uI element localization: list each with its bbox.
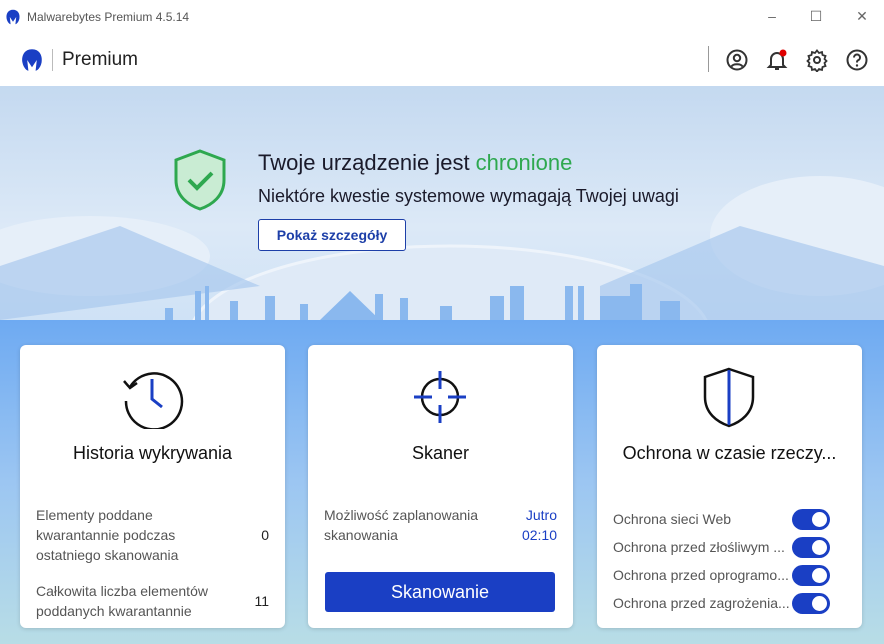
header-divider xyxy=(708,46,709,72)
web-protection-toggle[interactable] xyxy=(792,508,830,530)
toggle-row-ransomware: Ochrona przed oprogramo... xyxy=(613,564,846,586)
scan-button[interactable]: Skanowanie xyxy=(325,572,555,612)
row-label: Elementy poddane kwarantannie podczas os… xyxy=(36,507,179,563)
maximize-button[interactable]: ☐ xyxy=(796,0,836,32)
row-label: Możliwość zaplanowania skanowania xyxy=(324,507,479,543)
card-title: Historia wykrywania xyxy=(72,443,233,463)
row-value: 11 xyxy=(254,593,269,609)
settings-icon[interactable] xyxy=(805,48,829,72)
title-bar: Malwarebytes Premium 4.5.14 – ☐ ✕ xyxy=(0,0,884,34)
card-title: Skaner xyxy=(411,443,470,463)
help-icon[interactable] xyxy=(845,48,869,72)
status-subtitle: Niektóre kwestie systemowe wymagają Twoj… xyxy=(258,186,679,206)
product-name: Premium xyxy=(52,49,138,71)
scheduled-scan-row: Możliwość zaplanowania skanowania Jutro 0… xyxy=(324,505,557,545)
status-value: chronione xyxy=(475,150,573,175)
status-title-text: Twoje urządzenie jest xyxy=(258,150,476,175)
toggle-label: Ochrona przed złośliwym ... xyxy=(613,539,785,555)
toggle-row-malware: Ochrona przed złośliwym ... xyxy=(613,536,846,558)
shield-check-icon xyxy=(174,149,226,211)
scanner-crosshair-icon xyxy=(414,371,466,423)
shield-icon xyxy=(703,367,755,428)
row-value: 0 xyxy=(261,527,269,543)
window-title: Malwarebytes Premium 4.5.14 xyxy=(27,10,190,24)
minimize-button[interactable]: – xyxy=(752,0,792,32)
malwarebytes-logo-icon xyxy=(22,49,42,71)
scanner-card[interactable]: Skaner Możliwość zaplanowania skanowania… xyxy=(308,345,573,628)
row-label: Całkowita liczba elementów poddanych kwa… xyxy=(36,583,208,619)
last-scan-quarantine-row: Elementy poddane kwarantannie podczas os… xyxy=(36,505,269,565)
toggle-label: Ochrona sieci Web xyxy=(613,511,732,527)
card-title: Ochrona w czasie rzeczy... xyxy=(622,443,837,463)
protection-status-title: Twoje urządzenie jest chronione xyxy=(258,150,572,176)
app-header: Premium xyxy=(0,34,884,86)
account-icon[interactable] xyxy=(725,48,749,72)
notifications-icon[interactable] xyxy=(765,48,789,72)
total-quarantine-row: Całkowita liczba elementów poddanych kwa… xyxy=(36,581,269,621)
detection-history-card[interactable]: Historia wykrywania Elementy poddane kwa… xyxy=(20,345,285,628)
toggle-label: Ochrona przed zagrożenia... xyxy=(613,595,790,611)
ransomware-protection-toggle[interactable] xyxy=(792,564,830,586)
scan-time: 02:10 xyxy=(521,527,557,543)
malwarebytes-logo-icon xyxy=(6,9,20,25)
scheduled-scan-time[interactable]: Jutro 02:10 xyxy=(522,505,557,545)
toggle-label: Ochrona przed oprogramo... xyxy=(613,567,789,583)
toggle-row-exploit: Ochrona przed zagrożenia... xyxy=(613,592,846,614)
show-details-button[interactable]: Pokaż szczegóły xyxy=(258,219,406,251)
toggle-row-web: Ochrona sieci Web xyxy=(613,508,846,530)
history-clock-icon xyxy=(123,372,184,429)
scan-day: Jutro xyxy=(525,507,557,523)
realtime-protection-card[interactable]: Ochrona w czasie rzeczy... Ochrona sieci… xyxy=(597,345,862,628)
close-button[interactable]: ✕ xyxy=(842,0,882,32)
malware-protection-toggle[interactable] xyxy=(792,536,830,558)
exploit-protection-toggle[interactable] xyxy=(792,592,830,614)
